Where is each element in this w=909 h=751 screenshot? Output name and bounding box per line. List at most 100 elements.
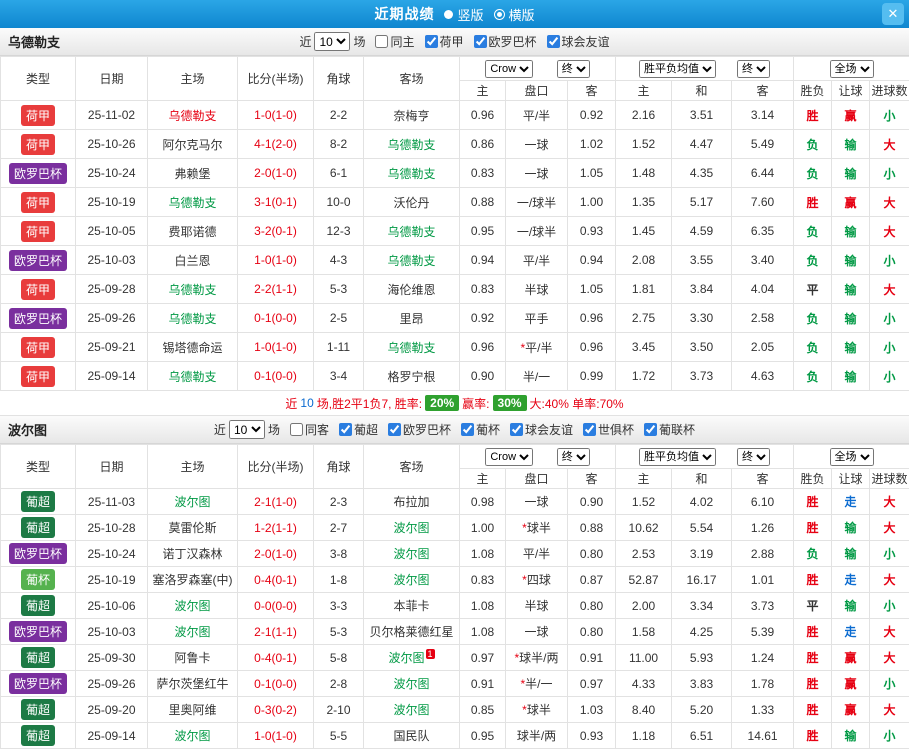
home-team-name[interactable]: 阿尔克马尔 [162, 138, 222, 152]
checkbox-input[interactable] [289, 423, 303, 436]
home-team-name[interactable]: 波尔图 [174, 729, 210, 743]
away-team-name[interactable]: 海伦维恩 [387, 283, 435, 297]
filter-checkbox-葡杯[interactable]: 葡杯 [461, 421, 500, 438]
result-goals: 小 [869, 332, 909, 362]
checkbox-input[interactable] [510, 423, 524, 436]
away-team-name[interactable]: 国民队 [393, 729, 429, 743]
checkbox-input[interactable] [546, 35, 560, 48]
away-team-name[interactable]: 波尔图 [393, 573, 429, 587]
home-team-name[interactable]: 乌德勒支 [168, 312, 216, 326]
close-button[interactable]: ✕ [882, 3, 904, 25]
checkbox-input[interactable] [387, 423, 401, 436]
filter-checkbox-葡联杯[interactable]: 葡联杯 [644, 421, 695, 438]
away-team-name[interactable]: 乌德勒支 [387, 225, 435, 239]
filter-checkbox-球会友谊[interactable]: 球会友谊 [510, 421, 573, 438]
layout-radio-horizontal[interactable]: 横版 [493, 5, 535, 24]
avg-home: 8.40 [615, 696, 673, 723]
away-team-name[interactable]: 里昂 [399, 312, 423, 326]
layout-radio-vertical[interactable]: 竖版 [444, 5, 484, 24]
avg-draw: 3.50 [671, 332, 733, 362]
away-team-name[interactable]: 波尔图 [388, 651, 424, 665]
team-section-header: 波尔图 近 10 场 同客 葡超 欧罗巴杯 葡杯 球会友谊 世俱杯 葡联杯 [0, 416, 909, 444]
home-team-name[interactable]: 诺丁汉森林 [162, 547, 222, 561]
result-handicap: 赢 [831, 696, 871, 723]
avg-time-select[interactable]: 终 [737, 447, 771, 466]
filter-checkbox-同客[interactable]: 同客 [289, 421, 329, 438]
match-row: 欧罗巴杯 25-10-03 波尔图 2-1(1-1) 5-3 贝尔格莱德红星 1… [0, 618, 909, 645]
scope-select[interactable]: 全场 [829, 447, 874, 466]
avg-source-select[interactable]: 胜平负均值 [639, 59, 717, 78]
home-team-name[interactable]: 乌德勒支 [168, 283, 216, 297]
checkbox-input[interactable] [338, 423, 352, 436]
home-team-name[interactable]: 锡塔德命运 [162, 341, 222, 355]
home-team-name[interactable]: 乌德勒支 [168, 196, 216, 210]
home-team-name[interactable]: 波尔图 [174, 625, 210, 639]
checkbox-input[interactable] [644, 423, 658, 436]
filter-checkbox-世俱杯[interactable]: 世俱杯 [583, 421, 634, 438]
odds-source-select[interactable]: Crow [485, 59, 534, 78]
filter-checkbox-欧罗巴杯[interactable]: 欧罗巴杯 [387, 421, 451, 438]
home-team-name[interactable]: 萨尔茨堡红牛 [156, 677, 228, 691]
checkbox-input[interactable] [424, 35, 438, 48]
scope-select[interactable]: 全场 [829, 59, 874, 78]
away-team-name[interactable]: 乌德勒支 [387, 254, 435, 268]
home-team-name[interactable]: 乌德勒支 [168, 370, 216, 384]
checkbox-input[interactable] [461, 423, 474, 436]
away-team-name[interactable]: 乌德勒支 [387, 138, 435, 152]
filter-checkbox-同主[interactable]: 同主 [375, 33, 415, 50]
odds-away: 0.92 [566, 100, 617, 130]
match-score: 2-1(1-0) [237, 488, 314, 515]
avg-time-select[interactable]: 终 [737, 59, 771, 78]
avg-source-select[interactable]: 胜平负均值 [639, 447, 717, 466]
home-team-name[interactable]: 波尔图 [174, 599, 210, 613]
away-team-name[interactable]: 波尔图 [393, 547, 429, 561]
filter-checkbox-球会友谊[interactable]: 球会友谊 [546, 33, 610, 50]
checkbox-input[interactable] [473, 35, 487, 48]
away-team-name[interactable]: 波尔图 [393, 521, 429, 535]
filter-checkbox-葡超[interactable]: 葡超 [338, 421, 378, 438]
away-team-name[interactable]: 乌德勒支 [387, 341, 435, 355]
league-badge: 荷甲 [20, 278, 55, 300]
checkbox-input[interactable] [583, 423, 597, 436]
odds-time-select[interactable]: 终 [556, 447, 590, 466]
avg-away: 2.58 [731, 303, 795, 333]
home-team-name[interactable]: 阿鲁卡 [174, 651, 210, 665]
home-team-name[interactable]: 白兰恩 [174, 254, 210, 268]
home-team-name[interactable]: 波尔图 [174, 495, 210, 509]
result-group-header: 全场 [793, 444, 909, 469]
away-team-name[interactable]: 波尔图 [393, 703, 429, 717]
odds-away: 0.93 [566, 216, 617, 246]
odds-home: 0.91 [459, 670, 506, 697]
home-team-name[interactable]: 弗赖堡 [174, 167, 210, 181]
corners: 12-3 [313, 216, 364, 246]
odds-away: 0.96 [566, 303, 617, 333]
away-team-name[interactable]: 贝尔格莱德红星 [369, 625, 453, 639]
away-team-name[interactable]: 沃伦丹 [393, 196, 429, 210]
avg-away: 5.39 [731, 618, 795, 645]
filter-checkbox-荷甲[interactable]: 荷甲 [424, 33, 464, 50]
away-team-name[interactable]: 波尔图 [393, 677, 429, 691]
odds-handicap: *球半 [505, 696, 568, 723]
result-handicap: 输 [831, 158, 871, 188]
avg-group-header: 胜平负均值 终 [615, 444, 795, 469]
home-team-name[interactable]: 费耶诺德 [168, 225, 216, 239]
match-count-select[interactable]: 10 [228, 420, 265, 439]
league-badge: 葡超 [20, 517, 55, 538]
away-team-name[interactable]: 乌德勒支 [387, 167, 435, 181]
home-team-name[interactable]: 乌德勒支 [168, 109, 216, 123]
away-team-name[interactable]: 布拉加 [393, 495, 429, 509]
summary-text: 场,胜2平1负7, 胜率: [316, 396, 423, 411]
filter-checkbox-欧罗巴杯[interactable]: 欧罗巴杯 [473, 33, 537, 50]
home-team-name[interactable]: 里奥阿维 [168, 703, 216, 717]
result-wdl: 胜 [793, 618, 833, 645]
away-team-name[interactable]: 格罗宁根 [387, 370, 435, 384]
match-count-select[interactable]: 10 [314, 32, 351, 51]
away-team-name[interactable]: 本菲卡 [393, 599, 429, 613]
home-team-name[interactable]: 塞洛罗森塞(中) [153, 573, 233, 587]
away-team-cell: 格罗宁根 [363, 361, 460, 391]
home-team-name[interactable]: 莫雷伦斯 [168, 521, 216, 535]
odds-time-select[interactable]: 终 [556, 59, 590, 78]
away-team-name[interactable]: 奈梅亨 [393, 109, 429, 123]
checkbox-input[interactable] [375, 35, 389, 48]
odds-source-select[interactable]: Crow [485, 447, 534, 466]
